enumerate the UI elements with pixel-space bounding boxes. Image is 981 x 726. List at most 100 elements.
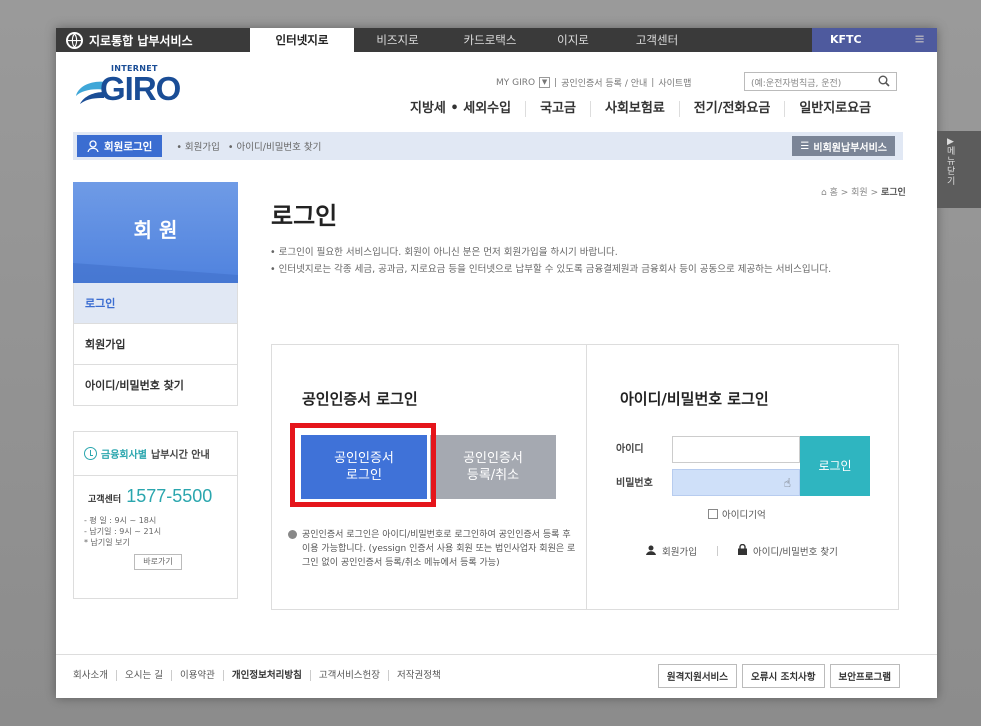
menu-close-label: 메뉴닫기 <box>947 147 956 187</box>
remember-id[interactable]: 아이디기억 <box>708 507 766 521</box>
list-icon: ☰ <box>800 140 810 152</box>
member-login-label: 회원로그인 <box>104 140 153 153</box>
footer-links: 회사소개 오시는 길 이용약관 개인정보처리방침 고객서비스헌장 저작권정책 <box>73 670 449 681</box>
description-line-2: • 인터넷지로는 각종 세금, 공과금, 지로요금 등을 인터넷으로 납부할 수… <box>270 264 832 275</box>
logo-giro-text: GIRO <box>100 70 181 107</box>
footer-privacy[interactable]: 개인정보처리방침 <box>222 670 310 681</box>
password-label: 비밀번호 <box>616 478 653 489</box>
hours-due-date-view: * 납기일 보기 <box>84 538 130 547</box>
nonmember-pay-label: 비회원납부서비스 <box>813 142 887 154</box>
find-id-link[interactable]: • 아이디/비밀번호 찾기 <box>228 139 322 153</box>
top-bar: 지로통합 납부서비스 인터넷지로 비즈지로 카드로택스 이지로 고객센터 KFT… <box>56 28 937 52</box>
pay-time-info-link[interactable]: 금융회사별 납부시간 안내 <box>74 432 237 476</box>
play-icon: ▶ <box>947 137 954 147</box>
footer-charter[interactable]: 고객서비스헌장 <box>309 670 388 681</box>
footer-directions[interactable]: 오시는 길 <box>115 670 171 681</box>
search-input[interactable]: (예:운전자범칙금, 운전) <box>744 72 897 91</box>
error-help-button[interactable]: 오류시 조치사항 <box>742 664 825 688</box>
nav-local-tax[interactable]: 지방세 • 세외수입 <box>396 101 525 117</box>
cert-login-title: 공인인증서 로그인 <box>302 390 418 408</box>
sitemap-link[interactable]: 사이트맵 <box>658 76 691 89</box>
id-login-title: 아이디/비밀번호 로그인 <box>620 390 769 408</box>
remote-support-button[interactable]: 원격지원서비스 <box>657 664 738 688</box>
member-login-button[interactable]: 회원로그인 <box>77 135 163 157</box>
main-nav: 지방세 • 세외수입 국고금 사회보험료 전기/전화요금 일반지로요금 <box>396 101 885 117</box>
chevron-down-icon[interactable]: ▼ <box>539 77 551 88</box>
sidebar-item-signup[interactable]: 회원가입 <box>73 324 238 365</box>
search-placeholder: (예:운전자범칙금, 운전) <box>751 79 842 89</box>
nonmember-pay-button[interactable]: ☰ 비회원납부서비스 <box>792 136 895 156</box>
breadcrumb-current: 로그인 <box>880 188 906 198</box>
panel-divider <box>586 345 587 609</box>
hours-weekday: - 평 일 : 9시 ~ 18시 <box>84 516 157 525</box>
lock-icon <box>737 543 747 558</box>
cc-label: 고객센터 <box>88 495 122 505</box>
sidebar-title: 회 원 <box>73 182 238 283</box>
id-label: 아이디 <box>616 444 644 455</box>
id-input[interactable] <box>672 436 800 463</box>
customer-center: 고객센터 1577-5500 <box>74 476 237 507</box>
breadcrumb-member[interactable]: 회원 <box>851 188 868 198</box>
password-input[interactable]: ☝ <box>672 469 800 496</box>
sidebar-item-find[interactable]: 아이디/비밀번호 찾기 <box>73 365 238 406</box>
sidebar-item-login[interactable]: 로그인 <box>73 283 238 324</box>
tab-card-tax[interactable]: 카드로택스 <box>441 28 539 52</box>
home-icon[interactable]: ⌂ <box>821 188 827 198</box>
cert-guide-link[interactable]: 공인인증서 등록 / 안내 <box>561 76 647 89</box>
signup-link[interactable]: 회원가입 <box>662 544 697 558</box>
tab-customer-center[interactable]: 고객센터 <box>607 28 707 52</box>
find-account-link[interactable]: 아이디/비밀번호 찾기 <box>753 544 838 558</box>
breadcrumb: ⌂ 홈 > 회원 > 로그인 <box>821 188 906 198</box>
nav-general-giro[interactable]: 일반지로요금 <box>784 101 885 117</box>
clock-icon <box>84 447 97 460</box>
sidebar-menu: 로그인 회원가입 아이디/비밀번호 찾기 <box>73 283 238 406</box>
service-hours: - 평 일 : 9시 ~ 18시 - 납기일 : 9시 ~ 21시 * 납기일 … <box>74 515 237 548</box>
nav-national-treasury[interactable]: 국고금 <box>525 101 590 117</box>
cert-register-button[interactable]: 공인인증서 등록/취소 <box>430 435 556 499</box>
pay-time-rest: 납부시간 안내 <box>151 450 210 461</box>
cert-note: 공인인증서 로그인은 아이디/비밀번호로 로그인하여 공인인증서 등록 후 이용… <box>286 528 576 570</box>
cc-number: 1577-5500 <box>126 486 213 506</box>
utility-links: MY GIRO ▼ | 공인인증서 등록 / 안내 | 사이트맵 <box>496 76 692 89</box>
description-line-1: • 로그인이 필요한 서비스입니다. 회원이 아니신 분은 먼저 회원가입을 하… <box>270 247 618 258</box>
breadcrumb-home[interactable]: 홈 <box>830 188 838 198</box>
person-icon <box>87 140 99 152</box>
tab-internet-giro[interactable]: 인터넷지로 <box>250 28 354 52</box>
customer-info-box: 금융회사별 납부시간 안내 고객센터 1577-5500 - 평 일 : 9시 … <box>73 431 238 599</box>
cert-note-text: 공인인증서 로그인은 아이디/비밀번호로 로그인하여 공인인증서 등록 후 이용… <box>302 530 576 568</box>
login-button[interactable]: 로그인 <box>800 436 870 496</box>
remember-id-label: 아이디기억 <box>722 510 766 521</box>
tab-biz-giro[interactable]: 비즈지로 <box>354 28 441 52</box>
page-title: 로그인 <box>271 202 338 230</box>
sidebar-title-text: 회 원 <box>133 218 178 242</box>
page-description: • 로그인이 필요한 서비스입니다. 회원이 아니신 분은 먼저 회원가입을 하… <box>270 244 900 278</box>
hand-cursor-icon: ☝ <box>783 476 791 490</box>
footer: 회사소개 오시는 길 이용약관 개인정보처리방침 고객서비스헌장 저작권정책 원… <box>56 654 937 698</box>
remember-id-checkbox[interactable] <box>708 509 718 519</box>
tab-easy-giro[interactable]: 이지로 <box>539 28 607 52</box>
footer-terms[interactable]: 이용약관 <box>170 670 223 681</box>
brand-label: 지로통합 납부서비스 <box>89 33 193 48</box>
goto-button[interactable]: 바로가기 <box>134 554 182 570</box>
my-giro-link[interactable]: MY GIRO <box>496 78 535 88</box>
footer-company[interactable]: 회사소개 <box>73 670 116 681</box>
person-icon <box>646 545 656 558</box>
search-icon[interactable] <box>878 75 890 87</box>
footer-copyright[interactable]: 저작권정책 <box>388 670 449 681</box>
nav-electric-phone[interactable]: 전기/전화요금 <box>678 101 785 117</box>
hours-due-date: - 납기일 : 9시 ~ 21시 <box>84 527 162 536</box>
pay-time-blue: 금융회사별 <box>101 450 147 461</box>
kftc-link[interactable]: KFTC ≡ <box>812 28 937 52</box>
signup-link[interactable]: • 회원가입 <box>176 139 220 153</box>
highlight-box <box>290 423 436 507</box>
account-links: 회원가입 아이디/비밀번호 찾기 <box>646 543 838 558</box>
menu-close-tab[interactable]: ▶ 메뉴닫기 <box>937 131 981 208</box>
sidebar-header-shade <box>73 263 238 283</box>
page: 지로통합 납부서비스 인터넷지로 비즈지로 카드로택스 이지로 고객센터 KFT… <box>56 28 937 698</box>
hamburger-icon[interactable]: ≡ <box>914 28 925 52</box>
login-panel: 공인인증서 로그인 공인인증서 로그인 공인인증서 등록/취소 공인인증서 로그인은… <box>271 344 899 610</box>
security-program-button[interactable]: 보안프로그램 <box>829 664 900 688</box>
brand[interactable]: 지로통합 납부서비스 <box>56 31 250 49</box>
nav-social-insurance[interactable]: 사회보험료 <box>589 101 679 117</box>
sub-bar: 회원로그인 • 회원가입 • 아이디/비밀번호 찾기 ☰ 비회원납부서비스 <box>73 132 903 160</box>
